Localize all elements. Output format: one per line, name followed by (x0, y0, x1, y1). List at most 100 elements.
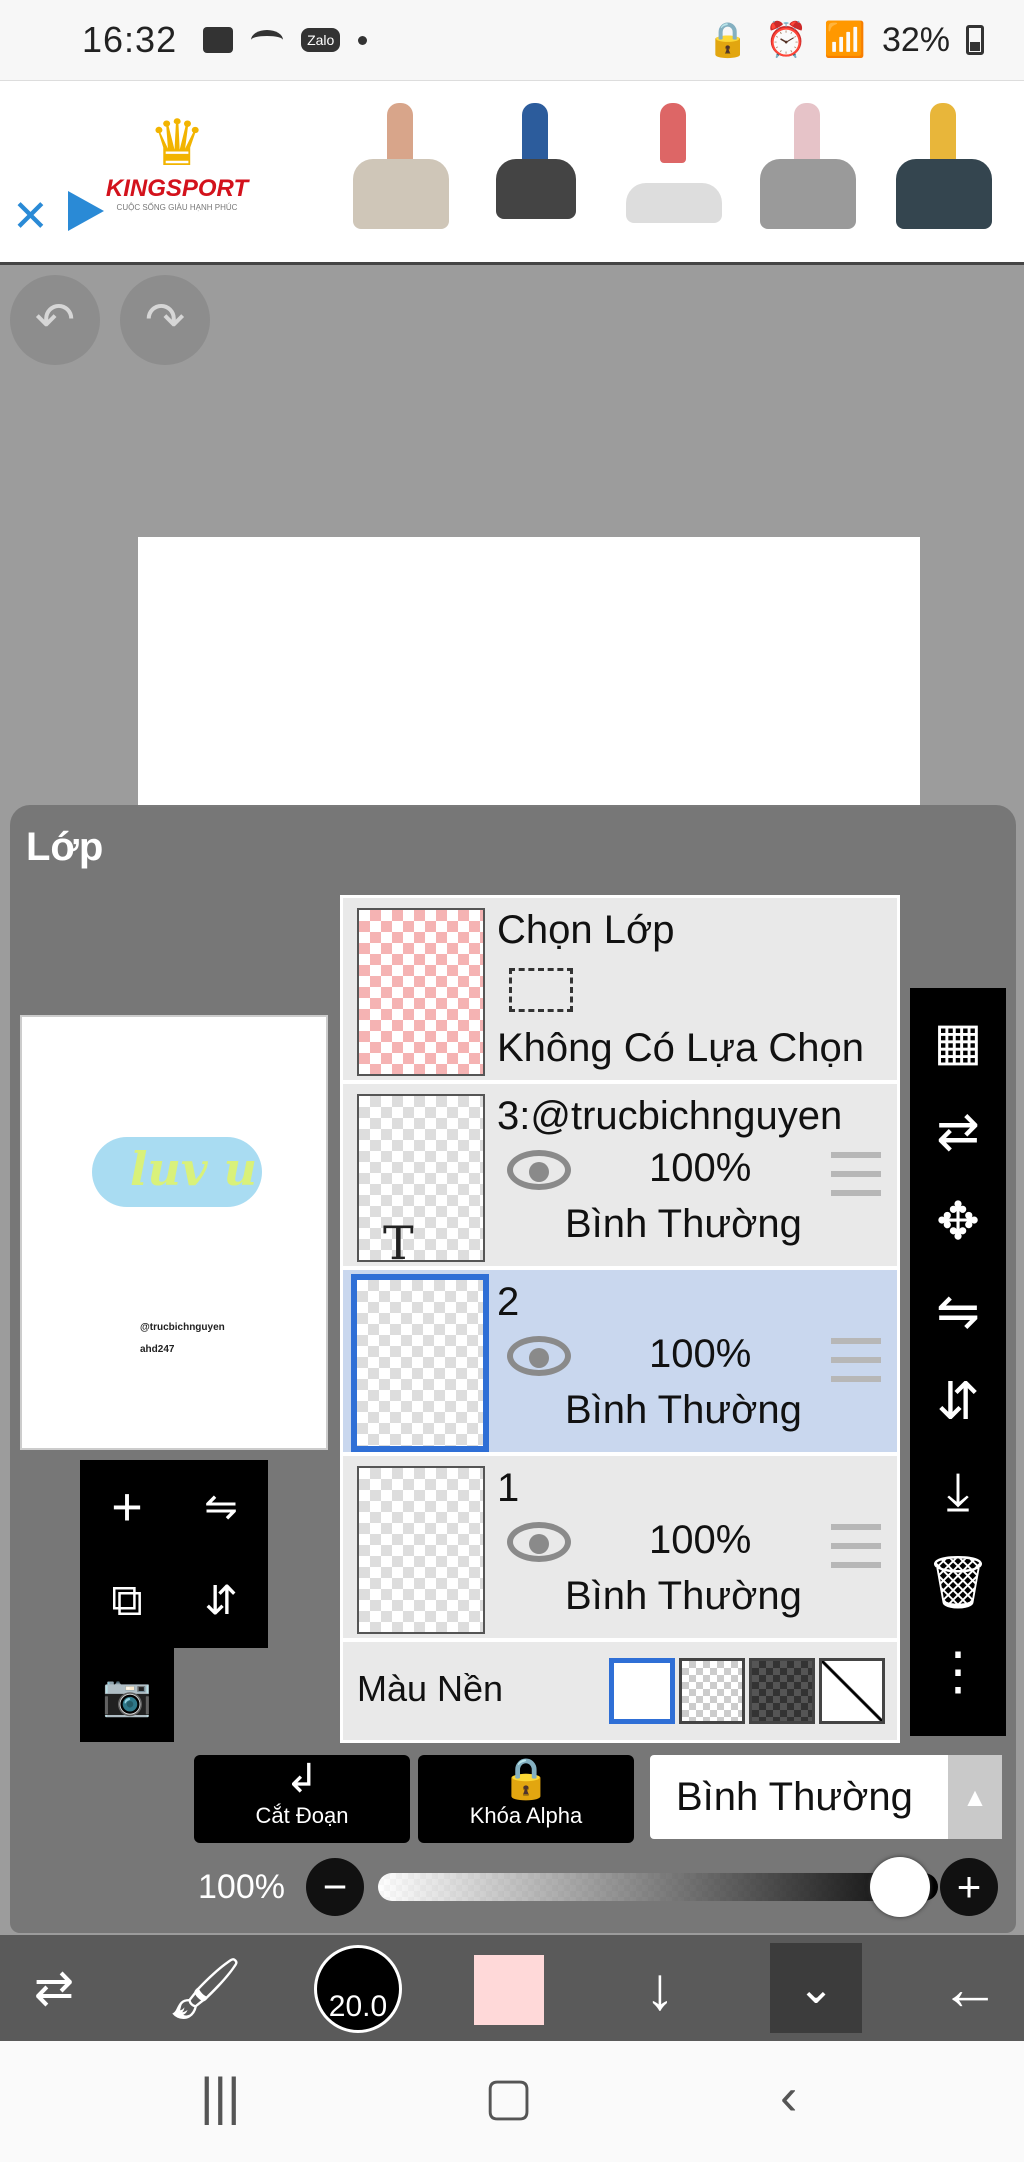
close-icon[interactable]: ✕ (12, 191, 49, 242)
layer-blend-mode: Bình Thường (565, 1574, 802, 1618)
bg-none-swatch[interactable] (819, 1658, 885, 1724)
opacity-increase-button[interactable]: + (940, 1858, 998, 1916)
bottom-toolbar: ⇄ 🖌 20.0 ↓ ⌄ ← (0, 1935, 1024, 2041)
back-nav-icon[interactable]: ‹ (780, 2067, 797, 2127)
layer-opacity: 100% (649, 1332, 752, 1376)
recent-apps-icon[interactable]: ||| (200, 2067, 241, 2127)
layers-toggle-button[interactable]: ⌄ (770, 1943, 862, 2033)
camera-icon: 📷 (102, 1673, 152, 1718)
home-icon[interactable]: ▢ (484, 2067, 533, 2127)
add-layer-button[interactable]: + (80, 1460, 174, 1554)
panel-title: Lớp (26, 825, 104, 869)
selection-layer-row[interactable]: Chọn Lớp Không Có Lựa Chọn (343, 898, 897, 1084)
ad-product-treadmill[interactable] (618, 103, 728, 243)
drawing-canvas[interactable] (138, 537, 920, 807)
tool-switch-button[interactable]: ⇄ (0, 1935, 108, 2041)
blend-mode-select[interactable]: Bình Thường ▲ (650, 1755, 1002, 1839)
back-button[interactable]: ← (920, 1935, 1020, 2041)
brush-size-value: 20.0 (328, 1990, 388, 2023)
opacity-slider[interactable] (378, 1873, 938, 1901)
alpha-lock-button[interactable]: 🔒 Khóa Alpha (418, 1755, 634, 1843)
drag-handle-icon[interactable] (831, 1524, 881, 1568)
flip-horizontal-tool-button[interactable]: ⇋ (910, 1268, 1006, 1356)
flip-horizontal-icon: ⇋ (204, 1485, 238, 1529)
redo-icon: ↷ (144, 294, 186, 347)
layer-blend-mode: Bình Thường (565, 1202, 802, 1246)
lock-icon: 🔒 (706, 21, 750, 59)
undo-button[interactable]: ↶ (10, 275, 100, 365)
gallery-icon (203, 27, 234, 53)
arrow-left-icon: ← (940, 1954, 1000, 2022)
flip-vertical-button[interactable]: ⇵ (174, 1554, 268, 1648)
clipping-arrow-icon: ↲ (285, 1757, 319, 1801)
opacity-slider-knob[interactable] (870, 1857, 930, 1917)
opacity-decrease-button[interactable]: − (306, 1858, 364, 1916)
plus-icon: + (956, 1863, 982, 1910)
notification-icons: Zalo (203, 27, 368, 53)
selection-thumbnail (357, 908, 485, 1076)
merge-down-button[interactable]: ⤓ (910, 1448, 1006, 1536)
canvas-preview[interactable]: luv u @trucbichnguyen ahd247 (20, 1015, 328, 1450)
wifi-icon: 📶 (823, 21, 866, 59)
opacity-value: 100% (198, 1868, 285, 1906)
ad-product-massage-chair[interactable] (345, 103, 455, 243)
merge-down-icon: ⤓ (946, 1462, 970, 1521)
ad-banner[interactable]: ♛ KINGSPORT CUỘC SỐNG GIÀU HẠNH PHÚC ✕ (0, 80, 1024, 265)
bg-transparent-dark-swatch[interactable] (749, 1658, 815, 1724)
layer-opacity: 100% (649, 1518, 752, 1562)
layer-row-1[interactable]: 1 100% Bình Thường (343, 1456, 897, 1642)
brush-tool-button[interactable]: 🖌 (150, 1935, 260, 2041)
layer-down-button[interactable]: ↓ (610, 1935, 710, 2041)
move-button[interactable]: ✥ (910, 1178, 1006, 1266)
ad-product-massage-chair-dark[interactable] (888, 103, 998, 243)
flip-vertical-tool-button[interactable]: ⇵ (910, 1358, 1006, 1446)
preview-credit-line2: ahd247 (140, 1344, 175, 1355)
adchoices-icon[interactable] (68, 191, 104, 231)
brush-eraser-swap-icon: ⇄ (33, 1962, 75, 2015)
brush-size-button[interactable]: 20.0 (314, 1945, 402, 2033)
redo-button[interactable]: ↷ (120, 275, 210, 365)
flip-horizontal-button[interactable]: ⇋ (174, 1460, 268, 1554)
transform-layer-button[interactable]: ⇄ (910, 1088, 1006, 1176)
clipping-button[interactable]: ↲ Cắt Đoạn (194, 1755, 410, 1843)
ad-product-elliptical[interactable] (480, 103, 590, 243)
drag-handle-icon[interactable] (831, 1338, 881, 1382)
alpha-lock-label: Khóa Alpha (469, 1803, 583, 1828)
visibility-eye-icon[interactable] (507, 1522, 571, 1562)
chevron-up-icon: ▲ (948, 1755, 1002, 1839)
ad-brand: KINGSPORT (105, 175, 249, 202)
transparency-checker-button[interactable]: ▦ (910, 998, 1006, 1086)
more-options-button[interactable]: ⋮ (910, 1628, 1006, 1716)
ad-logo: ♛ KINGSPORT CUỘC SỐNG GIÀU HẠNH PHÚC (92, 111, 262, 212)
status-bar: 16:32 Zalo 🔒 ⏰ 📶 32% (0, 0, 1024, 80)
ad-product-massage-chair-grey[interactable] (752, 103, 862, 243)
status-time: 16:32 (82, 19, 178, 60)
layer-thumbnail (351, 1274, 489, 1452)
visibility-eye-icon[interactable] (507, 1150, 571, 1190)
bg-transparent-light-swatch[interactable] (679, 1658, 745, 1724)
alpha-lock-icon: 🔒 (501, 1757, 551, 1801)
visibility-eye-icon[interactable] (507, 1336, 571, 1376)
bg-white-swatch[interactable] (609, 1658, 675, 1724)
brush-icon: 🖌 (166, 1954, 244, 2022)
layer-thumbnail (357, 1466, 485, 1634)
layer-blend-mode: Bình Thường (565, 1388, 802, 1432)
battery-icon (966, 25, 984, 55)
duplicate-layer-button[interactable]: ⧉ (80, 1554, 174, 1648)
layers-list: Chọn Lớp Không Có Lựa Chọn T 3:@trucbich… (340, 895, 900, 1743)
selection-marquee-icon (509, 968, 573, 1012)
delete-layer-button[interactable]: 🗑 (910, 1538, 1006, 1626)
layer-row-2[interactable]: 2 100% Bình Thường (343, 1270, 897, 1456)
camera-button[interactable]: 📷 (80, 1648, 174, 1742)
move-icon: ✥ (936, 1193, 980, 1251)
double-chevron-down-icon: ⌄ (797, 1963, 835, 2013)
layer-name: 2 (497, 1280, 520, 1324)
selection-status: Không Có Lựa Chọn (497, 1026, 865, 1070)
arrow-down-icon: ↓ (645, 1954, 675, 2022)
layer-row-3[interactable]: T 3:@trucbichnguyen 100% Bình Thường (343, 1084, 897, 1270)
text-layer-icon: T (383, 1216, 414, 1270)
drag-handle-icon[interactable] (831, 1152, 881, 1196)
color-picker-button[interactable] (474, 1955, 544, 2025)
alarm-icon: ⏰ (765, 21, 808, 59)
layer-tools-toolbar: ▦ ⇄ ✥ ⇋ ⇵ ⤓ 🗑 ⋮ (910, 988, 1006, 1736)
